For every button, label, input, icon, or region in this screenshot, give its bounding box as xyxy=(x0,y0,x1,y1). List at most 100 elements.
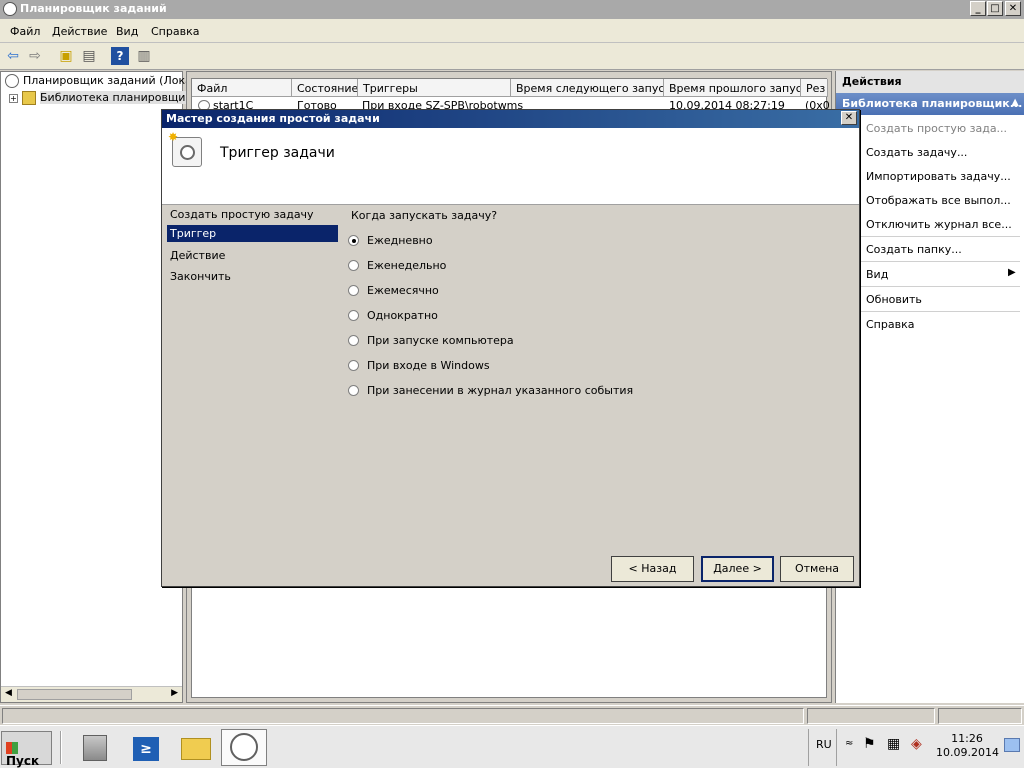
col-header-result[interactable]: Рез xyxy=(801,79,828,97)
network-icon[interactable]: ▦ xyxy=(887,736,900,768)
powershell-glyph: ≥ xyxy=(133,737,159,761)
step-create-basic-task[interactable]: Создать простую задачу xyxy=(170,206,341,223)
scroll-thumb[interactable] xyxy=(17,689,132,700)
taskbar-separator xyxy=(60,731,62,764)
col-header-file[interactable]: Файл xyxy=(192,79,292,97)
server-manager-icon[interactable] xyxy=(72,729,118,766)
menu-view[interactable]: Вид xyxy=(116,25,138,38)
tree-horizontal-scrollbar[interactable]: ◀ ▶ xyxy=(1,686,182,702)
radio-label: Ежемесячно xyxy=(367,284,439,297)
separator xyxy=(860,261,1020,262)
action-disable-history[interactable]: Отключить журнал все... xyxy=(866,218,1012,231)
create-basic-task-wizard: Мастер создания простой задачи ✕ ✸ Тригг… xyxy=(161,109,860,587)
col-header-next-run[interactable]: Время следующего запуска xyxy=(511,79,664,97)
radio-label: Однократно xyxy=(367,309,438,322)
action-pane-icon[interactable]: ▥ xyxy=(135,47,153,65)
cancel-button[interactable]: Отмена xyxy=(780,556,854,582)
action-center-flag-icon[interactable]: ⚑ xyxy=(863,736,876,768)
back-button[interactable]: < Назад xyxy=(611,556,694,582)
radio-button[interactable] xyxy=(348,360,359,371)
tree-library-label: Библиотека планировщика xyxy=(40,91,199,104)
sparkle-icon: ✸ xyxy=(168,130,179,144)
expand-icon[interactable]: + xyxy=(9,93,18,103)
console-tree-icon[interactable]: ▤ xyxy=(80,47,98,65)
radio-label: Еженедельно xyxy=(367,259,447,272)
back-arrow-icon[interactable]: ⇦ xyxy=(4,47,22,65)
minimize-button[interactable]: _ xyxy=(970,1,986,16)
forward-arrow-icon[interactable]: ⇨ xyxy=(26,47,44,65)
tray-separator xyxy=(808,729,809,766)
tree-library[interactable]: + Библиотека планировщика xyxy=(9,91,199,105)
menu-action[interactable]: Действие xyxy=(52,25,107,38)
task-scheduler-icon[interactable] xyxy=(221,729,267,766)
scroll-left-icon[interactable]: ◀ xyxy=(5,688,12,698)
clock-icon xyxy=(3,2,17,16)
volume-muted-icon[interactable]: ◈ xyxy=(911,736,922,768)
folder-icon xyxy=(22,91,36,105)
radio-button[interactable] xyxy=(348,310,359,321)
menu-file[interactable]: Файл xyxy=(10,25,40,38)
explorer-icon[interactable] xyxy=(173,729,219,766)
help-icon[interactable]: ? xyxy=(111,47,129,65)
step-action[interactable]: Действие xyxy=(170,247,341,264)
col-header-last-run[interactable]: Время прошлого запуска xyxy=(664,79,801,97)
folder-up-icon[interactable]: ▣ xyxy=(57,47,75,65)
dialog-close-button[interactable]: ✕ xyxy=(841,111,857,125)
col-header-status[interactable]: Состояние xyxy=(292,79,358,97)
action-refresh[interactable]: Обновить xyxy=(866,293,922,306)
radio-button[interactable] xyxy=(348,385,359,396)
taskbar: Пуск ≥ RU ≈ ⚑ ▦ ◈ 11:26 10.09.2014 xyxy=(0,725,1024,768)
radio-label: При занесении в журнал указанного событи… xyxy=(367,384,634,397)
clock-date: 10.09.2014 xyxy=(936,746,999,759)
radio-button[interactable] xyxy=(348,285,359,296)
action-create-basic-task[interactable]: Создать простую зада... xyxy=(866,122,1007,135)
server-shape xyxy=(83,735,107,761)
window-titlebar: Планировщик заданий _ □ ✕ xyxy=(0,0,1024,19)
radio-button[interactable] xyxy=(348,235,359,246)
radio-button[interactable] xyxy=(348,335,359,346)
collapse-icon[interactable]: ▲ xyxy=(1011,97,1019,108)
language-indicator[interactable]: RU xyxy=(816,738,832,768)
action-import-task[interactable]: Импортировать задачу... xyxy=(866,170,1011,183)
status-segment xyxy=(938,708,1022,724)
menu-help[interactable]: Справка xyxy=(151,25,199,38)
col-header-triggers[interactable]: Триггеры xyxy=(358,79,511,97)
radio-button[interactable] xyxy=(348,260,359,271)
show-hidden-icons-icon[interactable]: ≈ xyxy=(845,738,853,768)
menu-bar: Файл Действие Вид Справка xyxy=(0,19,1024,43)
actions-header: Действия xyxy=(836,71,1024,93)
start-label: Пуск xyxy=(6,754,40,768)
action-help[interactable]: Справка xyxy=(866,318,914,331)
powershell-icon[interactable]: ≥ xyxy=(123,729,169,766)
tree-root[interactable]: Планировщик заданий (Локал xyxy=(5,74,199,88)
dialog-header: ✸ Триггер задачи xyxy=(162,128,859,205)
actions-section-label: Библиотека планировщик... xyxy=(842,97,1023,110)
scroll-right-icon[interactable]: ▶ xyxy=(171,688,178,698)
clock[interactable]: 11:26 10.09.2014 xyxy=(936,732,999,760)
dialog-titlebar: Мастер создания простой задачи ✕ xyxy=(162,110,859,128)
maximize-button[interactable]: □ xyxy=(987,1,1003,16)
action-new-folder[interactable]: Создать папку... xyxy=(866,243,962,256)
separator xyxy=(860,311,1020,312)
clock-time: 11:26 xyxy=(951,732,983,745)
status-segment xyxy=(2,708,804,724)
submenu-arrow-icon: ▶ xyxy=(1008,267,1016,278)
actions-section-header[interactable]: Библиотека планировщик... ▲ xyxy=(836,93,1024,115)
trigger-question: Когда запускать задачу? xyxy=(351,209,498,222)
clock-icon xyxy=(5,74,19,88)
start-button[interactable]: Пуск xyxy=(1,731,52,768)
actions-pane: Действия Библиотека планировщик... ▲ Соз… xyxy=(835,71,1024,703)
close-button[interactable]: ✕ xyxy=(1005,1,1021,16)
tray-separator xyxy=(836,729,837,766)
show-desktop-icon[interactable] xyxy=(1004,738,1020,752)
toolbar: ⇦ ⇨ ▣ ▤ ? ▥ xyxy=(0,43,1024,70)
step-trigger[interactable]: Триггер xyxy=(167,225,338,242)
status-segment xyxy=(807,708,935,724)
action-show-running[interactable]: Отображать все выпол... xyxy=(866,194,1011,207)
next-button[interactable]: Далее > xyxy=(701,556,774,582)
folder-shape xyxy=(181,738,211,760)
action-create-task[interactable]: Создать задачу... xyxy=(866,146,967,159)
step-finish[interactable]: Закончить xyxy=(170,268,341,285)
status-bar xyxy=(0,705,1024,725)
action-view[interactable]: Вид xyxy=(866,268,888,281)
